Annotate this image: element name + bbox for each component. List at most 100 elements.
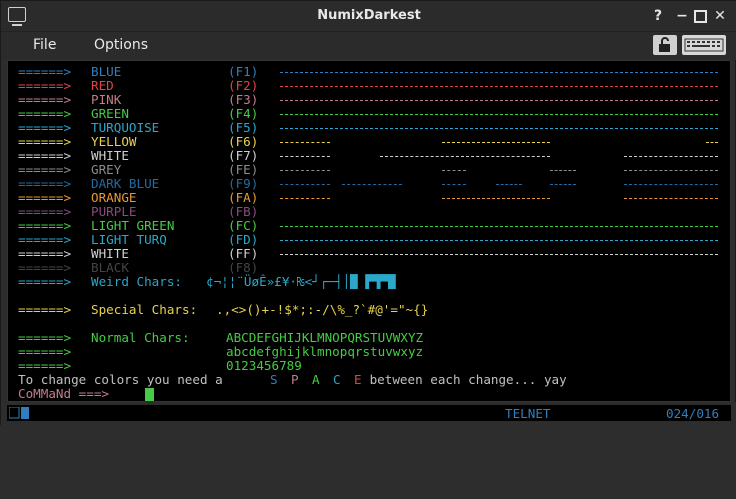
special-chars: .,<>()+-!$*;:-/\%_?`#@'="~{} [216,302,429,317]
menu-file[interactable]: File [33,37,56,53]
arrow: ======> [18,106,72,121]
command-prompt: CoMMaNd ===> [18,386,109,401]
arrow: ======> [18,176,72,191]
dash-bar [280,184,330,186]
text-cursor [145,388,154,401]
keyboard-icon [684,38,724,52]
function-key: (FE) [228,162,259,177]
dash-bar [550,184,576,186]
dash-bar [550,170,576,172]
normal-lower: abcdefghijklmnopqrstuvwxyz [226,344,424,359]
arrow: ======> [18,260,72,275]
dash-bar [624,184,718,186]
color-name: GREY [91,162,122,177]
color-name: TURQUOISE [91,120,160,135]
lock-button[interactable] [653,35,677,55]
function-key: (F5) [228,120,259,135]
function-key: (F4) [228,106,259,121]
minimize-icon[interactable]: − [673,7,691,25]
status-strip: TELNET 024/016 [7,405,731,421]
dash-bar [624,156,718,158]
arrow: ======> [18,162,72,177]
menu-bar: File Options [1,31,736,60]
dash-bar [442,170,466,172]
dash-bar [380,156,550,158]
instruction-p: P [291,372,299,387]
weird-chars-line: ======> Weird Chars: ¢¬¦¦¨ÜøÊ»£¥·₨<┘┌─┤│… [18,275,396,289]
dash-bar [496,184,522,186]
color-name: LIGHT TURQ [91,232,167,247]
color-name: PINK [91,92,122,107]
dash-bar [442,198,550,200]
color-name: WHITE [91,148,129,163]
arrow: ======> [18,64,72,79]
window-title: NumixDarkest [317,8,421,23]
function-key: (F2) [228,78,259,93]
arrow: ======> [18,148,72,163]
dash-bar [280,254,718,256]
arrow: ======> [18,330,72,345]
terminal-screen[interactable]: ======> BLUE (F1) ======> RED (F2) ======> PINK… [7,60,731,402]
dash-bar [442,184,466,186]
instruction-c: C [333,372,341,387]
color-name: GREEN [91,106,129,121]
instruction-e: E [354,372,362,387]
arrow: ======> [18,344,72,359]
color-name: WHITE [91,246,129,261]
help-icon[interactable]: ? [649,7,667,25]
color-name: PURPLE [91,204,137,219]
function-key: (FC) [228,218,259,233]
dash-bar [624,198,718,200]
dash-bar [280,142,330,144]
instruction-before: To change colors you need a [18,372,231,387]
arrow: ======> [18,92,72,107]
function-key: (FF) [228,246,259,261]
status-bar: TELNET 024/016 [1,402,736,426]
normal-chars-line: ======> Normal Chars: ABCDEFGHIJKLMNOPQR… [18,331,423,345]
maximize-icon[interactable] [691,7,709,25]
arrow: ======> [18,204,72,219]
color-name: LIGHT GREEN [91,218,175,233]
function-key: (F6) [228,134,259,149]
close-icon[interactable]: ✕ [711,7,729,25]
instruction-after: between each change... yay [362,372,567,387]
arrow: ======> [18,302,72,317]
dash-bar [280,170,330,172]
normal-digits: 0123456789 [226,358,302,373]
color-name: BLACK [91,260,129,275]
color-name: DARK BLUE [91,176,160,191]
dash-bar [706,142,718,144]
connection-icon [9,407,29,419]
status-protocol: TELNET [505,406,551,421]
arrow: ======> [18,274,72,289]
instruction-a: A [312,372,320,387]
arrow: ======> [18,246,72,261]
function-key: (FD) [228,232,259,247]
function-key: (F9) [228,176,259,191]
dash-bar [280,198,330,200]
dash-bar [280,72,718,74]
menu-options[interactable]: Options [94,37,148,53]
weird-chars: ¢¬¦¦¨ÜøÊ»£¥·₨<┘┌─┤│█ ▛▜▀█ [206,274,396,289]
function-key: (F1) [228,64,259,79]
color-name: RED [91,78,114,93]
dash-bar [342,184,402,186]
dash-bar [280,226,718,228]
arrow: ======> [18,134,72,149]
dash-bar [280,128,718,130]
weird-label: Weird Chars: [91,274,182,289]
color-name: YELLOW [91,134,137,149]
dash-bar [280,86,718,88]
special-chars-line: ======> Special Chars: .,<>()+-!$*;:-/\%… [18,303,428,317]
dash-bar [280,156,330,158]
dash-bar [280,240,718,242]
command-prompt-line[interactable]: CoMMaNd ===> [18,387,109,401]
special-label: Special Chars: [91,302,198,317]
keyboard-button[interactable] [682,35,726,55]
normal-upper: ABCDEFGHIJKLMNOPQRSTUVWXYZ [226,330,424,345]
normal-label: Normal Chars: [91,330,190,345]
title-bar: NumixDarkest ? − ✕ [1,1,736,31]
arrow: ======> [18,190,72,205]
color-name: BLUE [91,64,122,79]
terminal-window: NumixDarkest ? − ✕ File Options ======> B… [0,0,736,426]
